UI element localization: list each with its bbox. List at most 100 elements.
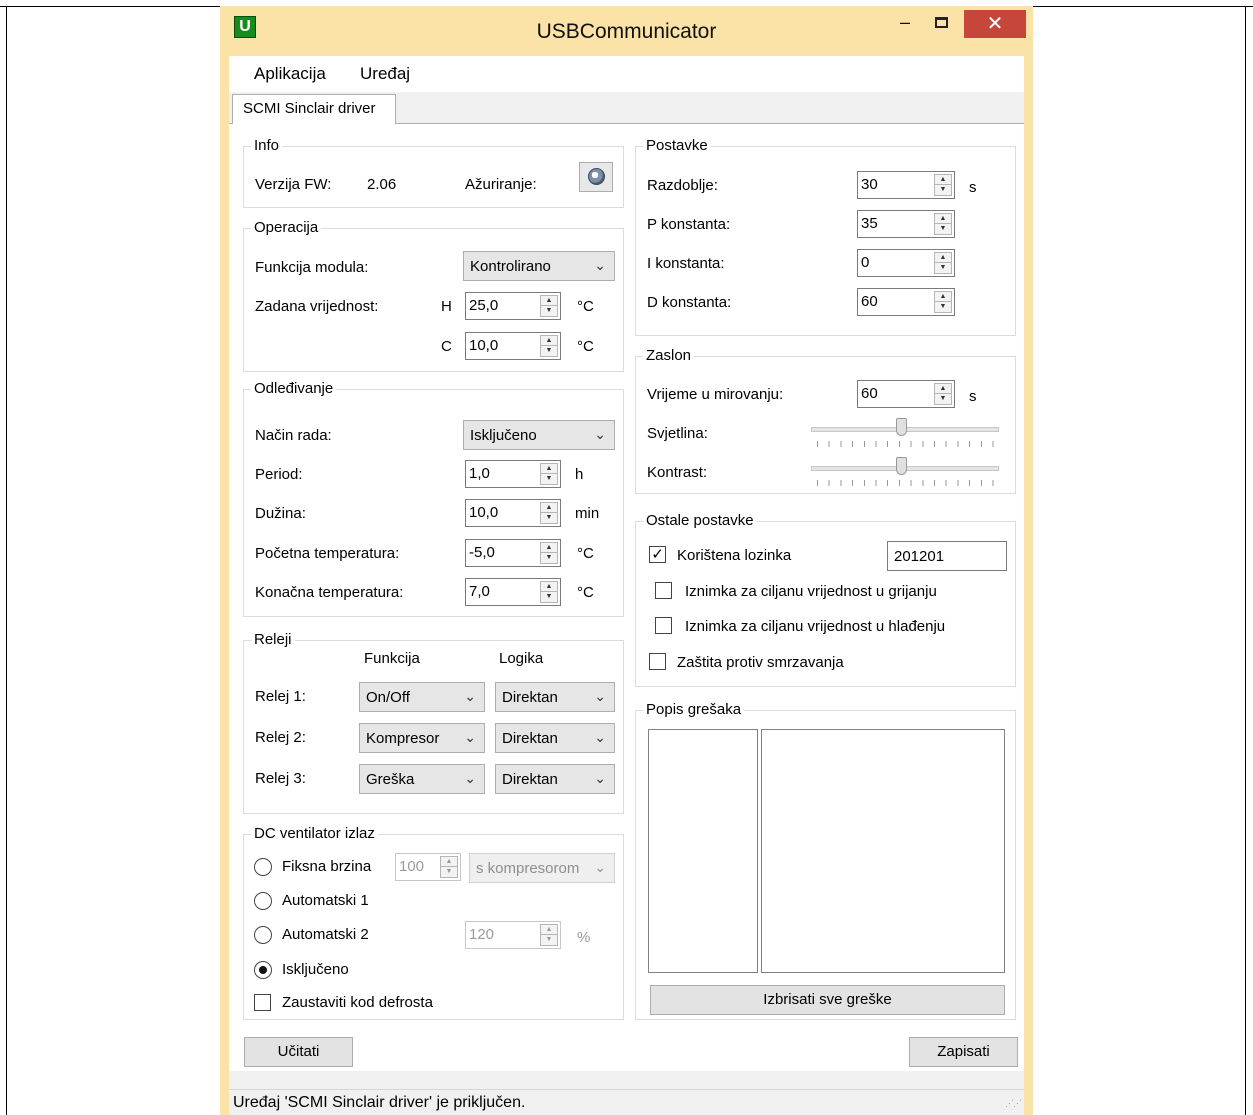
defrost-length-spinner[interactable]: 10,0 ▲ ▼ — [465, 499, 561, 527]
menu-uredaj[interactable]: Uređaj — [360, 64, 410, 84]
relay-2-function-select[interactable]: Kompresor ⌄ — [359, 723, 485, 753]
p-constant-spinner[interactable]: 35 ▲ ▼ — [857, 210, 955, 238]
exception-cooling-checkbox[interactable] — [655, 617, 672, 634]
fan-fixed-speed-spinner[interactable]: 100 ▲ ▼ — [395, 853, 461, 881]
arrow-down-icon[interactable]: ▼ — [541, 474, 557, 484]
arrow-down-icon[interactable]: ▼ — [541, 306, 557, 316]
spinner-arrows[interactable]: ▲ ▼ — [440, 856, 458, 878]
setpoint-c-value: 10,0 — [469, 337, 499, 354]
tab-scmi-sinclair-driver[interactable]: SCMI Sinclair driver — [232, 94, 396, 124]
arrow-up-icon[interactable]: ▲ — [541, 925, 557, 935]
arrow-down-icon[interactable]: ▼ — [935, 185, 951, 195]
arrow-down-icon[interactable]: ▼ — [935, 263, 951, 273]
stop-on-defrost-checkbox[interactable] — [254, 994, 271, 1011]
module-function-select[interactable]: Kontrolirano ⌄ — [463, 251, 615, 281]
arrow-down-icon[interactable]: ▼ — [541, 592, 557, 602]
arrow-up-icon[interactable]: ▲ — [541, 503, 557, 513]
defrost-mode-select[interactable]: Isključeno ⌄ — [463, 420, 615, 450]
idle-time-spinner[interactable]: 60 ▲ ▼ — [857, 380, 955, 408]
spinner-arrows[interactable]: ▲ ▼ — [540, 463, 558, 485]
p-constant-label: P konstanta: — [647, 216, 731, 233]
arrow-up-icon[interactable]: ▲ — [935, 214, 951, 224]
arrow-down-icon[interactable]: ▼ — [541, 513, 557, 523]
arrow-up-icon[interactable]: ▲ — [541, 464, 557, 474]
title-bar[interactable]: U USBCommunicator ‒ ✕ — [220, 6, 1033, 56]
arrow-down-icon[interactable]: ▼ — [441, 867, 457, 877]
spinner-arrows[interactable]: ▲ ▼ — [540, 335, 558, 357]
arrow-up-icon[interactable]: ▲ — [541, 543, 557, 553]
spinner-arrows[interactable]: ▲ ▼ — [934, 252, 952, 274]
arrow-down-icon[interactable]: ▼ — [541, 553, 557, 563]
contrast-slider-thumb[interactable] — [895, 457, 907, 475]
defrost-end-temp-spinner[interactable]: 7,0 ▲ ▼ — [465, 578, 561, 606]
spinner-arrows[interactable]: ▲ ▼ — [540, 542, 558, 564]
password-input[interactable]: 201201 — [887, 541, 1007, 571]
fan-auto-2-radio[interactable] — [254, 926, 272, 944]
defrost-start-temp-unit: °C — [577, 545, 594, 562]
arrow-up-icon[interactable]: ▲ — [441, 857, 457, 867]
relay-3-logic-select[interactable]: Direktan ⌄ — [495, 764, 615, 794]
relay-1-logic-value: Direktan — [502, 689, 558, 706]
clear-errors-button[interactable]: Izbrisati sve greške — [650, 985, 1005, 1015]
arrow-down-icon[interactable]: ▼ — [935, 224, 951, 234]
resize-grip-icon[interactable]: ⋰⋰ — [1005, 1098, 1022, 1109]
arrow-up-icon[interactable]: ▲ — [935, 175, 951, 185]
error-list-codes[interactable] — [648, 729, 758, 973]
load-button[interactable]: Učitati — [244, 1037, 353, 1067]
spinner-arrows[interactable]: ▲ ▼ — [934, 291, 952, 313]
arrow-up-icon[interactable]: ▲ — [541, 296, 557, 306]
exception-heating-checkbox[interactable] — [655, 582, 672, 599]
maximize-button[interactable] — [926, 10, 956, 38]
relay-3-function-select[interactable]: Greška ⌄ — [359, 764, 485, 794]
arrow-down-icon[interactable]: ▼ — [935, 302, 951, 312]
spinner-arrows[interactable]: ▲ ▼ — [934, 213, 952, 235]
defrost-length-value: 10,0 — [469, 504, 499, 521]
spinner-arrows[interactable]: ▲ ▼ — [540, 502, 558, 524]
fan-auto-1-radio[interactable] — [254, 892, 272, 910]
d-constant-label: D konstanta: — [647, 294, 732, 311]
defrost-period-spinner[interactable]: 1,0 ▲ ▼ — [465, 460, 561, 488]
defrost-mode-value: Isključeno — [470, 427, 537, 444]
idle-time-value: 60 — [861, 385, 878, 402]
arrow-up-icon[interactable]: ▲ — [935, 292, 951, 302]
save-button[interactable]: Zapisati — [909, 1037, 1018, 1067]
setpoint-h-value: 25,0 — [469, 297, 499, 314]
frost-protection-checkbox[interactable] — [649, 653, 666, 670]
relay-1-function-select[interactable]: On/Off ⌄ — [359, 682, 485, 712]
spinner-arrows[interactable]: ▲ ▼ — [540, 295, 558, 317]
spinner-arrows[interactable]: ▲ ▼ — [934, 383, 952, 405]
arrow-up-icon[interactable]: ▲ — [935, 253, 951, 263]
arrow-down-icon[interactable]: ▼ — [935, 394, 951, 404]
close-button[interactable]: ✕ — [964, 10, 1026, 38]
defrost-start-temp-spinner[interactable]: -5,0 ▲ ▼ — [465, 539, 561, 567]
fan-auto-2-spinner[interactable]: 120 ▲ ▼ — [465, 921, 561, 949]
fan-fixed-mode-select[interactable]: s kompresorom ⌄ — [469, 853, 615, 883]
setpoint-c-spinner[interactable]: 10,0 ▲ ▼ — [465, 332, 561, 360]
outer-frame-left — [6, 6, 7, 1115]
relay-2-logic-select[interactable]: Direktan ⌄ — [495, 723, 615, 753]
period-spinner[interactable]: 30 ▲ ▼ — [857, 171, 955, 199]
arrow-down-icon[interactable]: ▼ — [541, 346, 557, 356]
d-constant-spinner[interactable]: 60 ▲ ▼ — [857, 288, 955, 316]
arrow-up-icon[interactable]: ▲ — [541, 336, 557, 346]
fan-fixed-speed-radio[interactable] — [254, 858, 272, 876]
i-constant-spinner[interactable]: 0 ▲ ▼ — [857, 249, 955, 277]
arrow-up-icon[interactable]: ▲ — [541, 582, 557, 592]
arrow-up-icon[interactable]: ▲ — [935, 384, 951, 394]
spinner-arrows[interactable]: ▲ ▼ — [540, 581, 558, 603]
spinner-arrows[interactable]: ▲ ▼ — [934, 174, 952, 196]
menu-aplikacija[interactable]: Aplikacija — [254, 64, 326, 84]
brightness-slider-thumb[interactable] — [895, 418, 907, 436]
relay-1-logic-select[interactable]: Direktan ⌄ — [495, 682, 615, 712]
setpoint-c-label: C — [441, 338, 452, 355]
update-button[interactable] — [579, 162, 613, 192]
password-checkbox[interactable]: ✓ — [649, 546, 666, 563]
minimize-button[interactable]: ‒ — [892, 10, 918, 38]
arrow-down-icon[interactable]: ▼ — [541, 935, 557, 945]
spinner-arrows[interactable]: ▲ ▼ — [540, 924, 558, 946]
fan-off-radio[interactable] — [254, 961, 272, 979]
p-constant-value: 35 — [861, 215, 878, 232]
setpoint-h-spinner[interactable]: 25,0 ▲ ▼ — [465, 292, 561, 320]
setpoint-h-label: H — [441, 298, 452, 315]
error-list-descriptions[interactable] — [761, 729, 1005, 973]
